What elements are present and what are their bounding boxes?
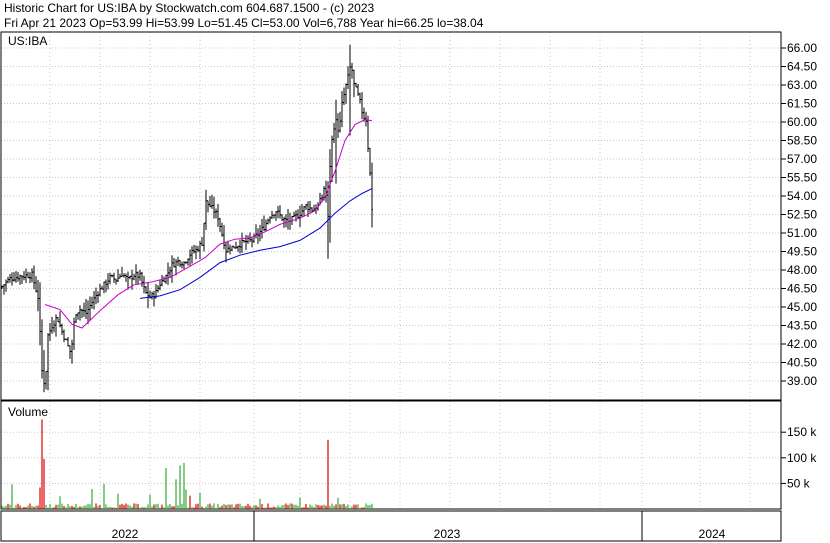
volume-label: Volume [8,405,49,419]
price-tick-label: 39.00 [787,374,817,388]
price-tick-label: 55.50 [787,171,817,185]
year-label-2023: 2023 [434,527,461,541]
price-tick-label: 63.00 [787,78,817,92]
price-tick-label: 48.00 [787,263,817,277]
price-tick-label: 60.00 [787,115,817,129]
price-panel-border [0,31,782,401]
volume-tick-label: 150 k [787,425,817,439]
price-tick-label: 45.00 [787,300,817,314]
price-tick-label: 40.50 [787,356,817,370]
price-tick-label: 43.50 [787,319,817,333]
price-tick-label: 57.00 [787,152,817,166]
symbol-label: US:IBA [8,34,48,48]
volume-tick-label: 50 k [787,476,811,490]
year-label-2022: 2022 [112,527,139,541]
price-tick-label: 49.50 [787,245,817,259]
volume-tick-label: 100 k [787,451,817,465]
price-tick-label: 46.50 [787,282,817,296]
price-tick-label: 64.50 [787,60,817,74]
price-tick-label: 42.00 [787,337,817,351]
price-tick-label: 58.50 [787,134,817,148]
price-tick-label: 66.00 [787,41,817,55]
price-tick-label: 61.50 [787,97,817,111]
price-tick-label: 54.00 [787,189,817,203]
volume-panel-border [0,400,782,510]
stock-chart: 66.00 64.50 63.00 61.50 60.00 58.50 57.00 55.50… [0,31,817,542]
price-tick-label: 52.50 [787,208,817,222]
price-tick-label: 51.00 [787,226,817,240]
year-label-2024: 2024 [699,527,726,541]
moving-average-long [139,188,373,299]
